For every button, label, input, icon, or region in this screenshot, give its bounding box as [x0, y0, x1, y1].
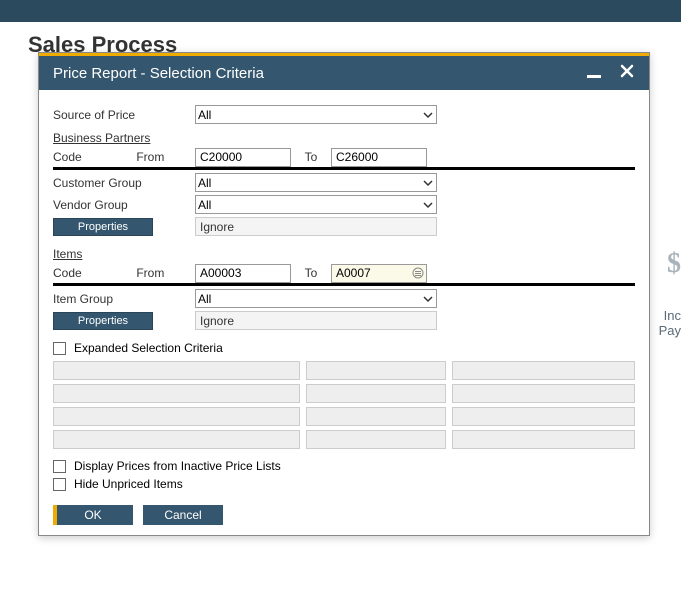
grid-cell	[53, 361, 300, 380]
price-report-dialog: Price Report - Selection Criteria Source…	[38, 52, 650, 536]
items-header: Items	[53, 247, 635, 261]
bp-to-label: To	[291, 150, 331, 164]
dialog-title: Price Report - Selection Criteria	[53, 65, 587, 82]
grid-cell	[53, 384, 300, 403]
background-content: $ Inc Pay	[659, 250, 681, 338]
item-from-input[interactable]	[195, 264, 291, 283]
expanded-criteria-grid	[53, 361, 635, 449]
source-of-price-dropdown[interactable]: All	[195, 105, 437, 124]
bp-from-input[interactable]	[195, 148, 291, 167]
source-of-price-label: Source of Price	[53, 108, 195, 122]
minimize-icon[interactable]	[587, 66, 601, 80]
source-of-price-value: All	[198, 108, 211, 122]
chevron-down-icon	[423, 110, 433, 120]
customer-group-label: Customer Group	[53, 176, 195, 190]
chevron-down-icon	[423, 178, 433, 188]
item-properties-button[interactable]: Properties	[53, 312, 153, 330]
grid-cell	[306, 430, 446, 449]
bp-from-label: From	[136, 150, 164, 164]
choose-from-list-icon[interactable]	[412, 267, 424, 279]
item-properties-value: Ignore	[195, 311, 437, 330]
item-group-value: All	[198, 292, 211, 306]
grid-cell	[53, 407, 300, 426]
display-inactive-checkbox[interactable]	[53, 460, 66, 473]
grid-cell	[53, 430, 300, 449]
chevron-down-icon	[423, 200, 433, 210]
chevron-down-icon	[423, 294, 433, 304]
expanded-criteria-label: Expanded Selection Criteria	[74, 341, 223, 355]
dollar-icon: $	[667, 250, 681, 278]
grid-cell	[452, 407, 635, 426]
grid-cell	[452, 384, 635, 403]
app-topbar	[0, 0, 681, 22]
ok-button[interactable]: OK	[53, 505, 133, 525]
vendor-group-value: All	[198, 198, 211, 212]
expanded-criteria-checkbox[interactable]	[53, 342, 66, 355]
grid-cell	[452, 361, 635, 380]
display-inactive-label: Display Prices from Inactive Price Lists	[74, 459, 281, 473]
grid-cell	[306, 361, 446, 380]
hide-unpriced-label: Hide Unpriced Items	[74, 477, 183, 491]
item-code-label: Code	[53, 266, 133, 280]
item-group-label: Item Group	[53, 292, 195, 306]
cancel-button[interactable]: Cancel	[143, 505, 223, 525]
grid-cell	[306, 407, 446, 426]
item-to-label: To	[291, 266, 331, 280]
business-partners-header: Business Partners	[53, 131, 635, 145]
dialog-body: Source of Price All Business Partners Co…	[39, 90, 649, 535]
bp-properties-button[interactable]: Properties	[53, 218, 153, 236]
dialog-titlebar[interactable]: Price Report - Selection Criteria	[39, 56, 649, 90]
bp-code-label: Code	[53, 150, 133, 164]
bg-text-inc: Inc	[664, 308, 681, 323]
bp-to-input[interactable]	[331, 148, 427, 167]
item-from-label: From	[136, 266, 164, 280]
customer-group-value: All	[198, 176, 211, 190]
bp-properties-value: Ignore	[195, 217, 437, 236]
customer-group-dropdown[interactable]: All	[195, 173, 437, 192]
vendor-group-label: Vendor Group	[53, 198, 195, 212]
close-icon[interactable]	[619, 63, 635, 83]
vendor-group-dropdown[interactable]: All	[195, 195, 437, 214]
grid-cell	[452, 430, 635, 449]
grid-cell	[306, 384, 446, 403]
item-group-dropdown[interactable]: All	[195, 289, 437, 308]
bg-text-pay: Pay	[659, 323, 681, 338]
hide-unpriced-checkbox[interactable]	[53, 478, 66, 491]
